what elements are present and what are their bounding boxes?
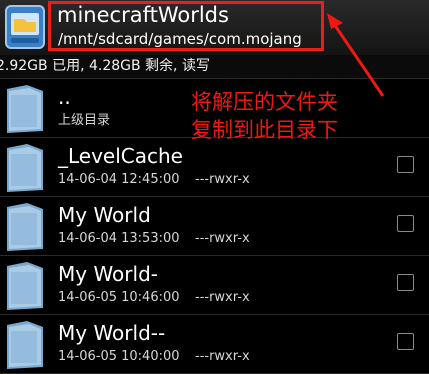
storage-info-bar: 2.92GB 已用, 4.28GB 剩余, 读写 xyxy=(0,55,429,79)
title-bar: minecraftWorlds /mnt/sdcard/games/com.mo… xyxy=(0,0,429,55)
select-checkbox[interactable] xyxy=(397,156,414,173)
list-item-date: 14-06-04 13:53:00 xyxy=(58,231,180,246)
folder-icon xyxy=(7,203,43,251)
select-checkbox[interactable] xyxy=(397,333,414,350)
list-item-name: My World-- xyxy=(58,321,166,345)
list-item-permissions: ---rwxr-x xyxy=(195,290,250,305)
app-icon[interactable] xyxy=(5,5,45,49)
list-item-permissions: ---rwxr-x xyxy=(195,231,250,246)
list-item-date: 14-06-05 10:40:00 xyxy=(58,349,180,364)
list-item-date: 14-06-04 12:45:00 xyxy=(58,172,180,187)
annotation-line-1: 将解压的文件夹 xyxy=(191,90,338,114)
list-item[interactable]: _LevelCache 14-06-04 12:45:00 ---rwxr-x xyxy=(0,138,429,197)
list-item-name: _LevelCache xyxy=(58,144,183,168)
list-item-date: 14-06-05 10:46:00 xyxy=(58,290,180,305)
highlight-box xyxy=(48,1,324,51)
list-item-name: My World xyxy=(58,203,151,227)
annotation-text: 将解压的文件夹 复制到此目录下 xyxy=(191,88,338,144)
list-item[interactable]: My World-- 14-06-05 10:40:00 ---rwxr-x xyxy=(0,315,429,374)
list-item-name: My World- xyxy=(58,262,158,286)
folder-icon xyxy=(7,144,43,192)
list-item[interactable]: My World- 14-06-05 10:46:00 ---rwxr-x xyxy=(0,256,429,315)
select-checkbox[interactable] xyxy=(397,215,414,232)
list-item-permissions: ---rwxr-x xyxy=(195,172,250,187)
list-item-name: .. xyxy=(58,85,71,109)
folder-icon xyxy=(7,321,43,369)
folder-icon xyxy=(7,85,43,133)
select-checkbox[interactable] xyxy=(397,274,414,291)
storage-info-text: 2.92GB 已用, 4.28GB 剩余, 读写 xyxy=(0,58,210,74)
annotation-line-2: 复制到此目录下 xyxy=(191,118,338,142)
parent-dir-label: 上级目录 xyxy=(58,113,111,128)
folder-icon xyxy=(7,262,43,310)
list-item[interactable]: My World 14-06-04 13:53:00 ---rwxr-x xyxy=(0,197,429,256)
list-item-permissions: ---rwxr-x xyxy=(195,349,250,364)
